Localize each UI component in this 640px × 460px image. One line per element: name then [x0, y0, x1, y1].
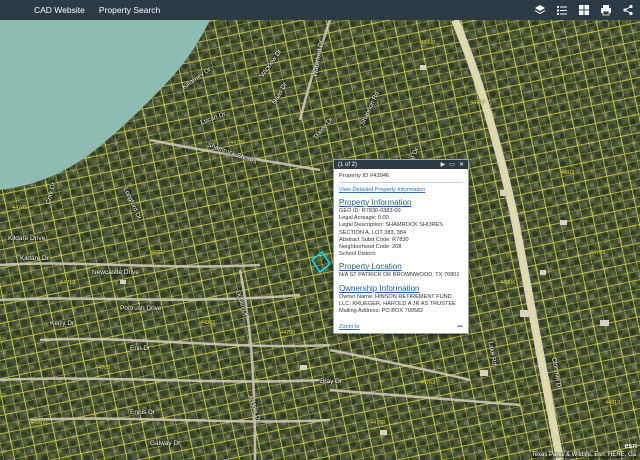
road-label: Newcastle Drive: [92, 269, 139, 276]
legal-description: Legal Description: SHAMROCK SHORES SECTI…: [339, 222, 443, 236]
lot-label: 44783: [590, 250, 606, 256]
maximize-icon[interactable]: ▭: [449, 161, 455, 168]
popup-footer: Zoom to •••: [339, 324, 463, 330]
road-label: Kildare Drive: [8, 235, 46, 242]
lot-label: 44745: [12, 205, 28, 211]
popup-body: Property ID #43946 View Detailed Propert…: [334, 169, 468, 328]
close-icon[interactable]: ✕: [459, 161, 464, 168]
lot-label: 44807: [30, 420, 46, 426]
road-label: Bray Dr: [320, 378, 343, 385]
lot-label: 44750: [280, 330, 296, 336]
lot-label: 44811: [560, 170, 575, 176]
map-view[interactable]: Shamrock Shores Kildare Drive Cork Dr Lo…: [0, 20, 640, 460]
view-details-link[interactable]: View Detailed Property Information: [339, 187, 463, 193]
basemap-gallery-icon[interactable]: [576, 2, 592, 18]
popup-counter: (1 of 2): [338, 161, 358, 168]
lot-label: 44797: [470, 100, 486, 106]
lot-label: 44718: [60, 280, 76, 286]
lot-label: 44800: [420, 40, 436, 46]
abstract-subd-code: Abstract Subd Code: R7830: [339, 236, 409, 243]
lot-label: 44760: [370, 420, 386, 426]
map-attribution: Texas Parks & Wildlife, Esri, HERE, Ga: [529, 452, 638, 458]
property-search-link[interactable]: Property Search: [99, 5, 160, 15]
road-label: Galway Dr: [150, 440, 181, 447]
top-toolbar: CAD Website Property Search: [0, 0, 640, 20]
school-district: School District:: [339, 251, 377, 258]
property-id: Property ID #43946: [339, 173, 463, 183]
road-label: Erin Dr: [130, 345, 151, 352]
geo-id: GEO ID: R7830-0383-00: [339, 208, 401, 214]
legend-icon[interactable]: [554, 2, 570, 18]
cad-website-link[interactable]: CAD Website: [34, 5, 85, 15]
lot-label: 44819: [605, 400, 621, 406]
road-label: Kerry Dr: [50, 320, 75, 327]
share-icon[interactable]: [620, 2, 636, 18]
section-property-location: Property Location: [339, 262, 402, 272]
legal-acreage: Legal Acreage: 0.00: [339, 215, 389, 222]
popup-header: (1 of 2) ▶ ▭ ✕: [334, 160, 468, 169]
popup-controls: ▶ ▭ ✕: [441, 161, 464, 168]
road-label: Ennis Dr: [130, 409, 155, 416]
mailing-address: Mailing Address: PO BOX 700582: [339, 308, 424, 315]
toolbar-tools: [532, 2, 636, 18]
more-options-icon[interactable]: •••: [457, 324, 463, 330]
road-label: Portrush Drive: [120, 305, 162, 312]
print-icon[interactable]: [598, 2, 614, 18]
esri-logo: esri: [624, 443, 637, 450]
section-ownership-information: Ownership Information: [339, 283, 420, 293]
lot-label: 44702: [150, 250, 166, 256]
layers-icon[interactable]: [532, 2, 548, 18]
lot-label: 44806: [500, 280, 516, 286]
lot-label: 44708: [95, 365, 111, 371]
owner-name: Owner Name: HINSON RETIREMENT FUND LLC; …: [339, 293, 456, 307]
property-location: N/A ST PATRICK DR BROWNWOOD, TX 76801: [339, 272, 460, 279]
zoom-to-link[interactable]: Zoom to: [339, 324, 360, 330]
neighborhood-code: Neighborhood Code: 208: [339, 244, 402, 251]
next-icon[interactable]: ▶: [441, 161, 446, 168]
lot-label: 44802: [200, 320, 216, 326]
aerial-basemap: [0, 20, 640, 460]
road-label: Kildare Dr: [20, 255, 49, 262]
lot-label: 44736: [230, 140, 246, 146]
property-popup: (1 of 2) ▶ ▭ ✕ Property ID #43946 View D…: [333, 159, 469, 334]
lot-label: 44763: [420, 380, 436, 386]
section-property-information: Property Information: [339, 198, 412, 207]
